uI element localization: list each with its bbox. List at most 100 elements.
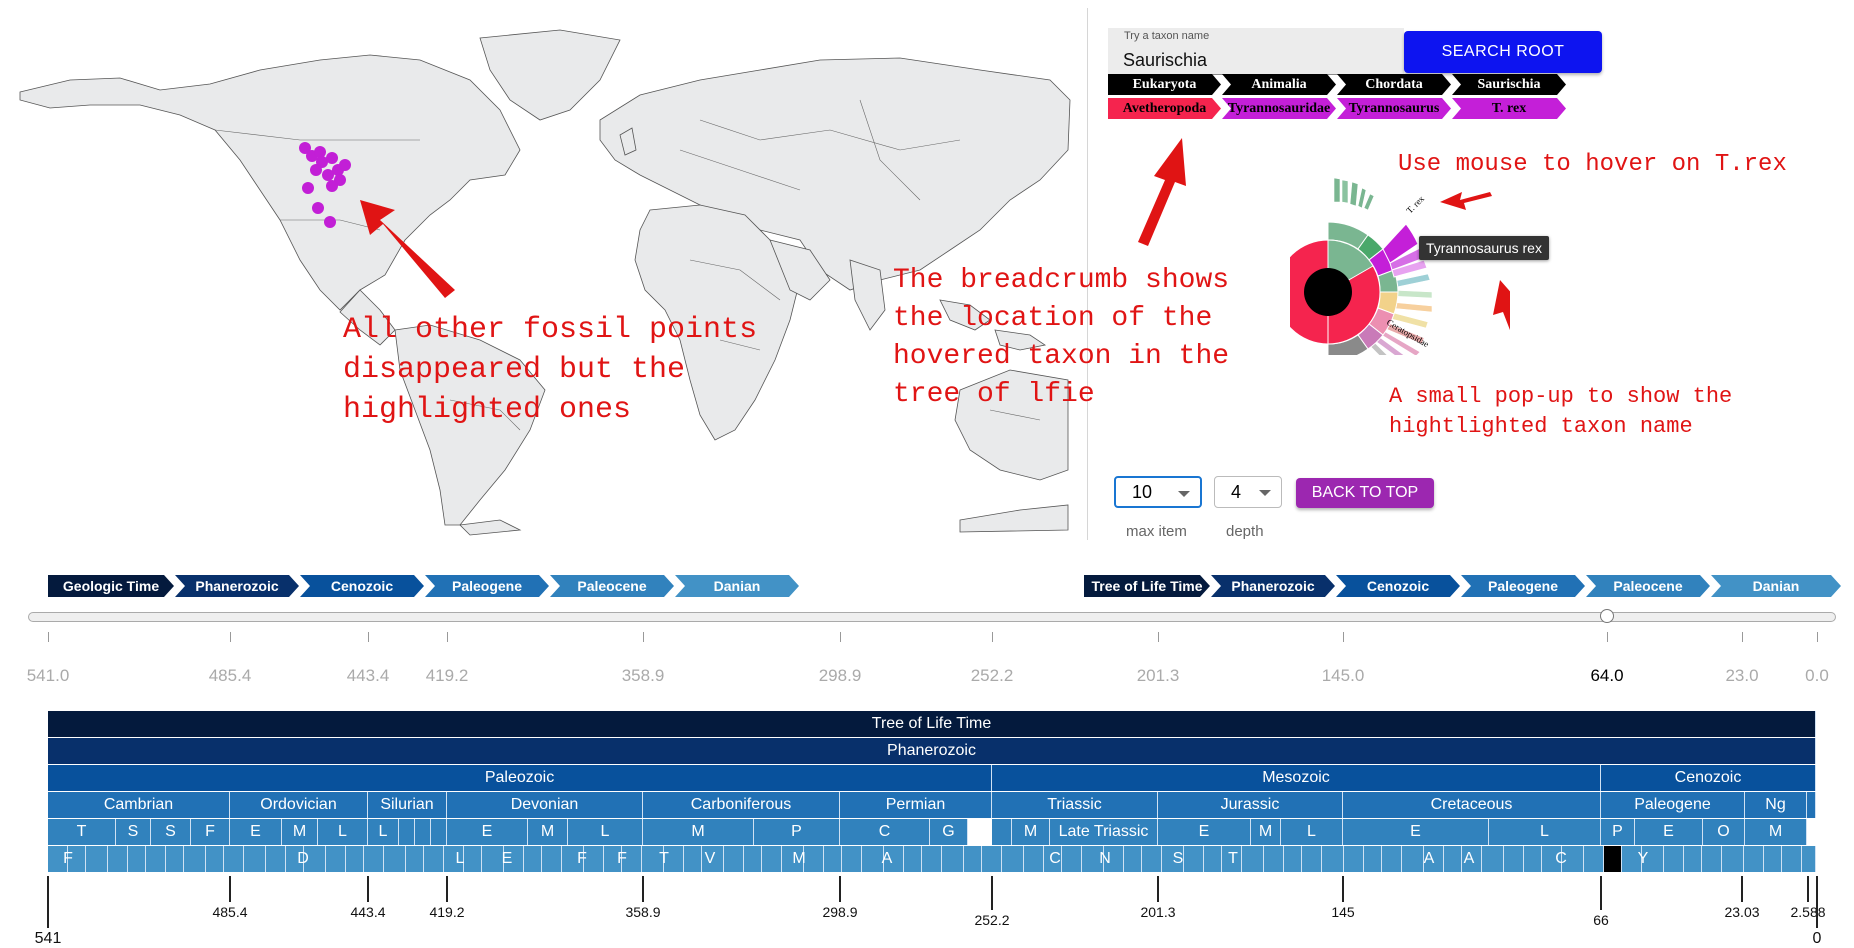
time-slider-thumb[interactable] <box>1600 609 1614 623</box>
slider-tick-label[interactable]: 64.0 <box>1590 666 1623 686</box>
timescale-stage[interactable] <box>1702 846 1722 872</box>
slider-tick-label[interactable]: 145.0 <box>1322 666 1365 686</box>
timescale-epoch[interactable]: S <box>116 819 151 845</box>
timescale-stage[interactable] <box>128 846 146 872</box>
timescale-era[interactable]: Cenozoic <box>1601 765 1816 791</box>
timescale-stage[interactable] <box>1802 846 1816 872</box>
timescale-epoch[interactable] <box>415 819 431 845</box>
time-breadcrumb-item[interactable]: Paleogene <box>425 575 549 597</box>
timescale-stage[interactable] <box>1264 846 1284 872</box>
time-breadcrumb-item[interactable]: Cenozoic <box>1336 575 1460 597</box>
timescale-period[interactable]: Jurassic <box>1158 792 1343 818</box>
timescale-period[interactable] <box>1807 792 1816 818</box>
timescale-period[interactable]: Silurian <box>368 792 447 818</box>
timescale-stage[interactable] <box>1524 846 1542 872</box>
timescale-stage[interactable] <box>326 846 346 872</box>
timescale-stage[interactable] <box>86 846 108 872</box>
timescale-epoch[interactable]: M <box>1251 819 1281 845</box>
timescale-stage[interactable] <box>206 846 224 872</box>
timescale-stage[interactable] <box>364 846 384 872</box>
depth-select[interactable]: 4 <box>1214 476 1282 508</box>
timescale-period[interactable]: Triassic <box>992 792 1158 818</box>
timescale-epoch[interactable]: M <box>643 819 754 845</box>
timescale-period[interactable]: Cambrian <box>48 792 230 818</box>
timescale-epoch[interactable]: G <box>930 819 968 845</box>
slider-tick-label[interactable]: 298.9 <box>819 666 862 686</box>
timescale-period[interactable]: Devonian <box>447 792 643 818</box>
time-breadcrumb-item[interactable]: Cenozoic <box>300 575 424 597</box>
time-breadcrumb-item[interactable]: Tree of Life Time <box>1084 575 1210 597</box>
timescale-stage[interactable] <box>406 846 424 872</box>
timescale-stage[interactable] <box>1302 846 1322 872</box>
fossil-point[interactable] <box>310 164 322 176</box>
timescale-epoch[interactable]: Late Triassic <box>1050 819 1158 845</box>
timescale-stage[interactable] <box>1604 846 1622 872</box>
fossil-point[interactable] <box>312 202 324 214</box>
breadcrumb-item[interactable]: Tyrannosauridae <box>1222 98 1336 119</box>
slider-tick-label[interactable]: 23.0 <box>1725 666 1758 686</box>
search-root-button[interactable]: SEARCH ROOT <box>1404 31 1602 73</box>
timescale-stage[interactable] <box>762 846 782 872</box>
timescale-stage[interactable] <box>146 846 166 872</box>
time-breadcrumb-item[interactable]: Danian <box>1711 575 1841 597</box>
timescale-stage[interactable] <box>1664 846 1684 872</box>
timescale-era[interactable]: Mesozoic <box>992 765 1601 791</box>
breadcrumb-item[interactable]: T. rex <box>1452 98 1566 119</box>
timescale-stage[interactable] <box>1764 846 1782 872</box>
timescale-epoch[interactable]: O <box>1703 819 1745 845</box>
timescale-stage[interactable] <box>108 846 128 872</box>
time-breadcrumb-item[interactable]: Geologic Time <box>48 575 174 597</box>
timescale-period[interactable]: Ng <box>1745 792 1807 818</box>
timescale-era[interactable]: Paleozoic <box>48 765 992 791</box>
timescale-epoch[interactable]: S <box>151 819 191 845</box>
timescale-epoch[interactable]: M <box>282 819 318 845</box>
timescale-stage[interactable] <box>942 846 964 872</box>
time-breadcrumb-item[interactable]: Paleogene <box>1461 575 1585 597</box>
breadcrumb-item[interactable]: Tyrannosaurus <box>1337 98 1451 119</box>
breadcrumb-item[interactable]: Chordata <box>1337 74 1451 95</box>
timescale-stage[interactable] <box>1024 846 1044 872</box>
timescale-stage[interactable] <box>982 846 1002 872</box>
slider-tick-label[interactable]: 443.4 <box>347 666 390 686</box>
breadcrumb-item[interactable]: Animalia <box>1222 74 1336 95</box>
timescale-epoch[interactable] <box>399 819 415 845</box>
max-item-select[interactable]: 10 <box>1114 476 1202 508</box>
timescale-stage[interactable] <box>346 846 364 872</box>
timescale-stage[interactable] <box>184 846 206 872</box>
timescale-stage[interactable] <box>424 846 444 872</box>
search-value[interactable]: Saurischia <box>1123 50 1207 71</box>
timescale-stage[interactable] <box>1344 846 1364 872</box>
timescale-epoch[interactable]: F <box>191 819 230 845</box>
timescale-stage[interactable] <box>904 846 922 872</box>
timescale-epoch[interactable]: L <box>318 819 368 845</box>
time-breadcrumb-item[interactable]: Paleocene <box>550 575 674 597</box>
timescale-stage[interactable] <box>1142 846 1162 872</box>
time-breadcrumb-item[interactable]: Danian <box>675 575 799 597</box>
timescale-stage[interactable] <box>1364 846 1382 872</box>
timescale-stage[interactable] <box>724 846 744 872</box>
time-slider[interactable] <box>28 612 1836 622</box>
fossil-point[interactable] <box>314 146 326 158</box>
timescale-stage[interactable] <box>1322 846 1344 872</box>
slider-tick-label[interactable]: 252.2 <box>971 666 1014 686</box>
timescale-stage[interactable] <box>166 846 184 872</box>
timescale-stage[interactable] <box>964 846 982 872</box>
timescale-stage[interactable] <box>1382 846 1402 872</box>
slider-tick-label[interactable]: 358.9 <box>622 666 665 686</box>
slider-tick-label[interactable]: 541.0 <box>27 666 70 686</box>
fossil-point[interactable] <box>302 182 314 194</box>
timescale-period[interactable]: Paleogene <box>1601 792 1745 818</box>
timescale-epoch[interactable]: E <box>1343 819 1489 845</box>
timescale-epoch[interactable] <box>431 819 447 845</box>
timescale-stage[interactable] <box>842 846 862 872</box>
slider-tick-label[interactable]: 0.0 <box>1805 666 1829 686</box>
timescale-epoch[interactable]: M <box>528 819 568 845</box>
timescale-epoch[interactable]: E <box>447 819 528 845</box>
slider-tick-label[interactable]: 201.3 <box>1137 666 1180 686</box>
timescale-stage[interactable] <box>266 846 286 872</box>
fossil-point[interactable] <box>326 152 338 164</box>
timescale-epoch[interactable]: T <box>48 819 116 845</box>
fossil-point[interactable] <box>322 169 334 181</box>
timescale-stage[interactable] <box>1284 846 1302 872</box>
timescale-stage[interactable] <box>384 846 406 872</box>
